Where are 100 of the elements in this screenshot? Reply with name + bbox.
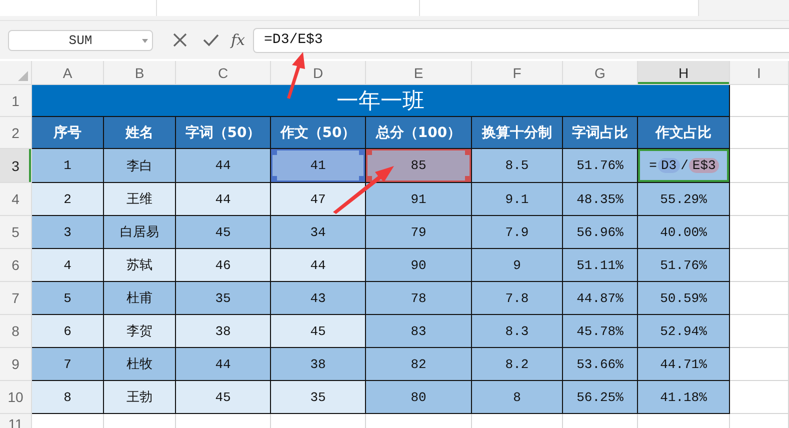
table-cell: 7.8 (472, 282, 563, 315)
table-cell: 苏轼 (104, 249, 176, 282)
header-cell: 作文（50） (271, 117, 366, 149)
table-cell: 3 (32, 216, 104, 249)
header-cell: 序号 (32, 117, 104, 149)
annotation-arrow (333, 166, 394, 214)
table-cell: 王勃 (104, 381, 176, 414)
resize-handle[interactable] (271, 149, 277, 155)
table-cell: 9 (472, 249, 563, 282)
table-cell: 35 (271, 381, 366, 414)
column-header[interactable]: I (730, 61, 789, 85)
table-cell: 8.5 (472, 149, 563, 183)
title-cell: 一年一班 (32, 85, 730, 117)
table-cell: 90 (366, 249, 472, 282)
triangle-icon (18, 71, 28, 81)
column-header[interactable]: H (638, 61, 730, 85)
table-cell: 45.78% (563, 315, 638, 348)
table-cell: 李贺 (104, 315, 176, 348)
formula-field[interactable]: =D3/E$3 (253, 28, 789, 52)
column-header[interactable]: F (472, 61, 563, 85)
row-header[interactable]: 2 (0, 117, 32, 149)
header-cell: 姓名 (104, 117, 176, 149)
table-cell: 8.3 (472, 315, 563, 348)
table-cell: 45 (271, 315, 366, 348)
table-cell: 85 (366, 149, 472, 183)
column-header[interactable]: D (271, 61, 366, 85)
table-cell: 41.18% (638, 381, 730, 414)
resize-handle[interactable] (465, 176, 471, 182)
header-cell: 作文占比 (638, 117, 730, 149)
insert-function-label[interactable]: fx (231, 31, 246, 49)
table-cell: 51.76% (563, 149, 638, 183)
table-cell: 80 (366, 381, 472, 414)
table-cell: 47 (271, 183, 366, 216)
table-cell: 52.94% (638, 315, 730, 348)
cell-reference: E$3 (689, 158, 719, 173)
table-cell: 82 (366, 348, 472, 381)
table-cell: 8.2 (472, 348, 563, 381)
table-cell: 44.71% (638, 348, 730, 381)
table-cell: 4 (32, 249, 104, 282)
cancel-icon[interactable] (173, 33, 187, 47)
resize-handle[interactable] (465, 149, 471, 155)
table-cell: 46 (176, 249, 271, 282)
name-box[interactable]: SUM (8, 30, 153, 50)
row-header[interactable]: 7 (0, 282, 32, 315)
caret-icon (142, 38, 148, 42)
row-header[interactable]: 10 (0, 381, 32, 414)
table-cell: 53.66% (563, 348, 638, 381)
annotation-arrow (287, 52, 305, 99)
row-header[interactable]: 1 (0, 85, 32, 117)
table-cell: 44 (176, 183, 271, 216)
formula-operator: / (680, 158, 690, 173)
table-cell: 91 (366, 183, 472, 216)
table-cell: 78 (366, 282, 472, 315)
header-cell: 换算十分制 (472, 117, 563, 149)
table-cell: 44 (176, 149, 271, 183)
row-header[interactable]: 9 (0, 348, 32, 381)
header-cell: 字词占比 (563, 117, 638, 149)
table-cell: 56.25% (563, 381, 638, 414)
table-cell: 79 (366, 216, 472, 249)
row-header[interactable]: 5 (0, 216, 32, 249)
table-cell: 45 (176, 381, 271, 414)
table-cell: 41 (271, 149, 366, 183)
resize-handle[interactable] (271, 176, 277, 182)
table-cell: 51.76% (638, 249, 730, 282)
table-cell: 6 (32, 315, 104, 348)
row-header[interactable]: 3 (0, 149, 32, 183)
active-cell[interactable]: = D3 / E$3 (638, 149, 730, 183)
table-cell: 9.1 (472, 183, 563, 216)
table-cell: 2 (32, 183, 104, 216)
table-cell: 7 (32, 348, 104, 381)
column-header[interactable]: A (32, 61, 104, 85)
table-cell: 35 (176, 282, 271, 315)
check-icon[interactable] (203, 33, 219, 47)
row-header[interactable]: 8 (0, 315, 32, 348)
table-cell: 44 (176, 348, 271, 381)
table-cell: 38 (271, 348, 366, 381)
table-cell: 45 (176, 216, 271, 249)
table-cell: 40.00% (638, 216, 730, 249)
table-cell: 50.59% (638, 282, 730, 315)
table-cell: 43 (271, 282, 366, 315)
table-cell: 1 (32, 149, 104, 183)
table-cell: 56.96% (563, 216, 638, 249)
table-cell: 38 (176, 315, 271, 348)
table-cell: 55.29% (638, 183, 730, 216)
header-cell: 字词（50） (176, 117, 271, 149)
table-cell: 李白 (104, 149, 176, 183)
row-header[interactable]: 4 (0, 183, 32, 216)
column-header[interactable]: B (104, 61, 176, 85)
table-cell: 44.87% (563, 282, 638, 315)
column-header[interactable]: G (563, 61, 638, 85)
row-header[interactable]: 6 (0, 249, 32, 282)
table-cell: 8 (472, 381, 563, 414)
header-cell: 总分（100） (366, 117, 472, 149)
table-cell: 7.9 (472, 216, 563, 249)
table-cell: 34 (271, 216, 366, 249)
column-header[interactable]: E (366, 61, 472, 85)
table-cell: 5 (32, 282, 104, 315)
formula-operator: = (648, 158, 658, 173)
select-all-corner[interactable] (0, 61, 32, 85)
column-header[interactable]: C (176, 61, 271, 85)
